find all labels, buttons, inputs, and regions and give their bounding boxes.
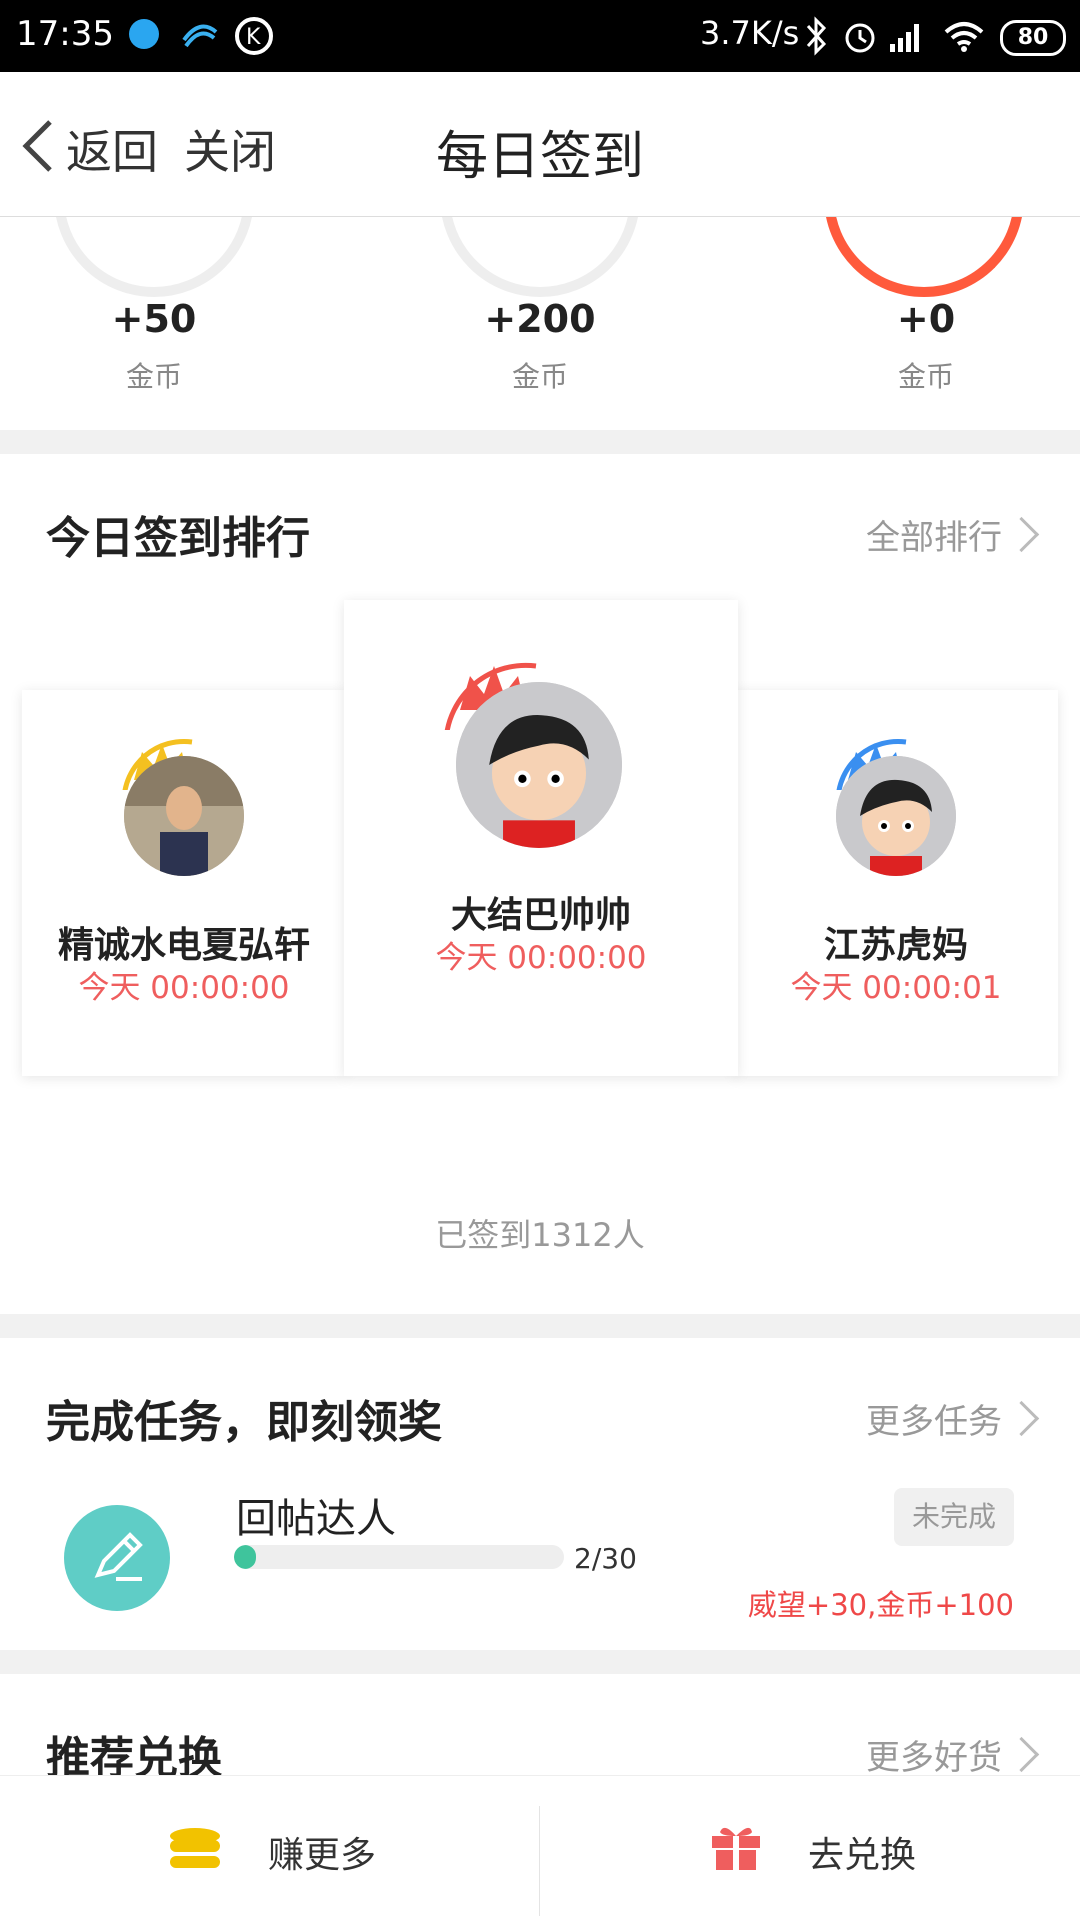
exchange-button[interactable]: 去兑换 bbox=[540, 1776, 1080, 1921]
task-progress-bar bbox=[234, 1545, 564, 1569]
coin-summary: +50 金币 +200 金币 +0 金币 bbox=[0, 217, 1080, 429]
coin-value: +50 bbox=[111, 297, 197, 341]
wifi-icon bbox=[944, 22, 984, 52]
more-tasks-link[interactable]: 更多任务 bbox=[866, 1394, 1002, 1443]
more-goods-link[interactable]: 更多好货 bbox=[866, 1730, 1002, 1779]
chevron-right-icon[interactable] bbox=[1003, 1400, 1040, 1437]
mobile-carrier-icon bbox=[182, 24, 218, 48]
section-divider bbox=[0, 430, 1080, 454]
coin-unit: 金币 bbox=[511, 360, 568, 393]
rank-card-second[interactable]: 精诚水电夏弘轩 今天 00:00:00 bbox=[22, 690, 346, 1076]
section-divider bbox=[0, 1650, 1080, 1674]
nav-bar: 返回 关闭 每日签到 bbox=[0, 72, 1080, 217]
battery-indicator: 80 bbox=[1000, 20, 1066, 56]
task-reward: 威望+30,金币+100 bbox=[747, 1588, 1014, 1622]
rank-name: 江苏虎妈 bbox=[823, 925, 968, 966]
page-title: 每日签到 bbox=[435, 127, 644, 187]
rank-card-third[interactable]: 江苏虎妈 今天 00:00:01 bbox=[734, 690, 1058, 1076]
task-status-badge[interactable]: 未完成 bbox=[894, 1488, 1014, 1546]
bluetooth-icon bbox=[806, 16, 827, 56]
rank-time: 今天 00:00:00 bbox=[78, 970, 290, 1006]
status-time: 17:35 bbox=[16, 14, 114, 54]
avatar bbox=[456, 682, 622, 848]
coin-reward-2: +200 金币 bbox=[420, 297, 660, 395]
coin-reward-3: +0 金币 bbox=[806, 297, 1046, 395]
task-progress-text: 2/30 bbox=[574, 1542, 637, 1575]
progress-ring bbox=[440, 217, 640, 297]
gift-icon bbox=[712, 1827, 760, 1870]
earn-more-label: 赚更多 bbox=[268, 1835, 377, 1876]
signed-count: 已签到1312人 bbox=[435, 1216, 645, 1254]
coin-unit: 金币 bbox=[125, 360, 182, 393]
tasks-title: 完成任务，即刻领奖 bbox=[46, 1397, 442, 1448]
alarm-icon bbox=[845, 23, 875, 53]
rank-name: 大结巴帅帅 bbox=[450, 895, 631, 936]
chevron-right-icon[interactable] bbox=[1003, 516, 1040, 553]
svg-text:K: K bbox=[246, 25, 261, 50]
signal-icon bbox=[890, 24, 919, 52]
coin-unit: 金币 bbox=[897, 360, 954, 393]
rank-card-first[interactable]: 大结巴帅帅 今天 00:00:00 bbox=[344, 600, 738, 1076]
default-avatar-icon bbox=[456, 682, 622, 848]
coin-stack-icon bbox=[170, 1828, 220, 1868]
earn-more-button[interactable]: 赚更多 bbox=[0, 1776, 539, 1921]
coin-value: +0 bbox=[896, 297, 956, 341]
app-notification-icon bbox=[129, 19, 159, 49]
bottom-action-bar: 赚更多 去兑换 bbox=[0, 1775, 1080, 1921]
avatar bbox=[836, 756, 956, 876]
coin-reward-1: +50 金币 bbox=[34, 297, 274, 395]
rank-time: 今天 00:00:01 bbox=[790, 970, 1002, 1006]
rank-name: 精诚水电夏弘轩 bbox=[57, 925, 310, 966]
pencil-icon bbox=[64, 1505, 170, 1611]
k-app-icon: K bbox=[235, 17, 273, 55]
network-speed: 3.7K/s bbox=[700, 14, 800, 52]
rank-time: 今天 00:00:00 bbox=[435, 940, 647, 976]
chevron-right-icon[interactable] bbox=[1003, 1736, 1040, 1773]
exchange-label: 去兑换 bbox=[808, 1835, 917, 1876]
user-photo bbox=[124, 756, 244, 876]
avatar bbox=[124, 756, 244, 876]
ranking-title: 今日签到排行 bbox=[46, 513, 310, 564]
coin-value: +200 bbox=[484, 297, 596, 341]
all-ranking-link[interactable]: 全部排行 bbox=[866, 510, 1002, 559]
section-divider bbox=[0, 1314, 1080, 1338]
status-bar: 17:35 K 3.7K/s 80 bbox=[0, 0, 1080, 72]
task-progress-fill bbox=[234, 1545, 257, 1569]
default-avatar-icon bbox=[836, 756, 956, 876]
progress-ring bbox=[54, 217, 254, 297]
task-name: 回帖达人 bbox=[236, 1496, 396, 1542]
progress-ring-active bbox=[824, 217, 1024, 297]
